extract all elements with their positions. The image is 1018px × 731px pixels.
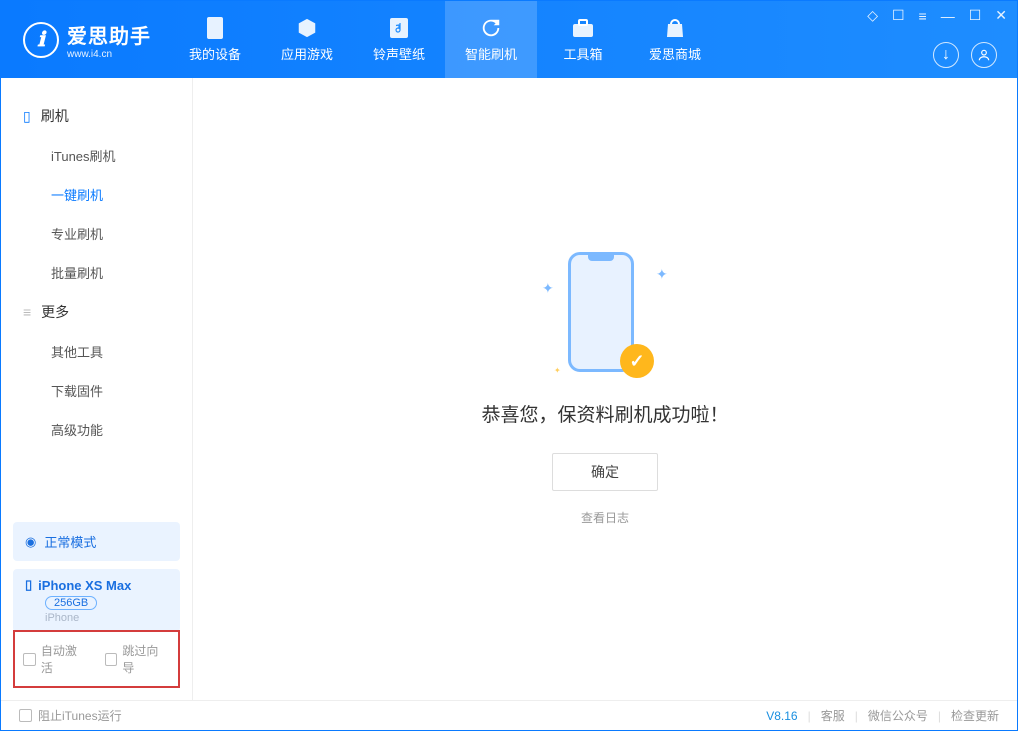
header-actions: ↓ (933, 42, 997, 68)
sidebar-item-advanced[interactable]: 高级功能 (1, 410, 192, 449)
device-info-card[interactable]: ▯ iPhone XS Max 256GB iPhone (13, 569, 180, 632)
nav-apps-games[interactable]: 应用游戏 (261, 1, 353, 78)
list-icon: ≡ (23, 304, 31, 320)
app-header: ℹ︎ 爱思助手 www.i4.cn 我的设备 应用游戏 铃声壁纸 智能刷机 工具… (1, 1, 1017, 78)
check-badge-icon: ✓ (620, 344, 654, 378)
sidebar-section-flash: ▯ 刷机 (1, 96, 192, 136)
app-subtitle: www.i4.cn (67, 49, 151, 60)
checkbox-skip-guide[interactable]: 跳过向导 (105, 642, 171, 676)
sidebar: ▯ 刷机 iTunes刷机 一键刷机 专业刷机 批量刷机 ≡ 更多 其他工具 下… (1, 78, 193, 700)
ok-button[interactable]: 确定 (552, 453, 658, 491)
sparkle-icon: ✦ (542, 280, 552, 290)
checkbox-icon (23, 653, 36, 666)
menu-icon[interactable]: ≡ (919, 8, 927, 24)
success-illustration: ✦ ✦ ✦ ✓ (550, 252, 660, 382)
device-name: iPhone XS Max (38, 578, 131, 593)
status-bar: 阻止iTunes运行 V8.16 | 客服 | 微信公众号 | 检查更新 (1, 700, 1017, 730)
refresh-icon (479, 16, 503, 40)
nav-label: 爱思商城 (649, 44, 701, 63)
nav-my-device[interactable]: 我的设备 (169, 1, 261, 78)
device-type: iPhone (45, 612, 168, 624)
download-button[interactable]: ↓ (933, 42, 959, 68)
nav-ringtone-wallpaper[interactable]: 铃声壁纸 (353, 1, 445, 78)
nav-label: 应用游戏 (281, 44, 333, 63)
nav-store[interactable]: 爱思商城 (629, 1, 721, 78)
phone-icon: ▯ (23, 108, 31, 125)
window-controls: ◇ ☐ ≡ — ☐ ✕ (867, 7, 1007, 24)
sidebar-item-download-firmware[interactable]: 下载固件 (1, 371, 192, 410)
success-message: 恭喜您，保资料刷机成功啦！ (481, 400, 728, 427)
nav-toolbox[interactable]: 工具箱 (537, 1, 629, 78)
logo: ℹ︎ 爱思助手 www.i4.cn (1, 1, 169, 78)
skin-icon[interactable]: ◇ (867, 7, 878, 24)
cube-icon (295, 16, 319, 40)
checkbox-auto-activate[interactable]: 自动激活 (23, 642, 89, 676)
view-log-link[interactable]: 查看日志 (581, 509, 629, 526)
main-nav: 我的设备 应用游戏 铃声壁纸 智能刷机 工具箱 爱思商城 (169, 1, 721, 78)
flash-options-highlight: 自动激活 跳过向导 (13, 630, 180, 688)
device-storage: 256GB (45, 596, 97, 610)
sparkle-icon: ✦ (656, 266, 666, 276)
sidebar-item-oneclick-flash[interactable]: 一键刷机 (1, 175, 192, 214)
close-button[interactable]: ✕ (995, 7, 1007, 24)
check-update-link[interactable]: 检查更新 (951, 707, 999, 724)
wechat-link[interactable]: 微信公众号 (868, 707, 928, 724)
sidebar-item-batch-flash[interactable]: 批量刷机 (1, 253, 192, 292)
main-content: ✦ ✦ ✦ ✓ 恭喜您，保资料刷机成功啦！ 确定 查看日志 (193, 78, 1017, 700)
sidebar-section-more: ≡ 更多 (1, 292, 192, 332)
sidebar-item-pro-flash[interactable]: 专业刷机 (1, 214, 192, 253)
device-mode-label: 正常模式 (44, 532, 96, 551)
nav-label: 我的设备 (189, 44, 241, 63)
sparkle-icon: ✦ (554, 366, 564, 376)
nav-smart-flash[interactable]: 智能刷机 (445, 1, 537, 78)
device-icon: ▯ (25, 577, 32, 593)
sidebar-item-itunes-flash[interactable]: iTunes刷机 (1, 136, 192, 175)
app-logo-icon: ℹ︎ (23, 22, 59, 58)
version-label: V8.16 (766, 709, 797, 723)
block-itunes-label[interactable]: 阻止iTunes运行 (38, 707, 122, 724)
sidebar-item-other-tools[interactable]: 其他工具 (1, 332, 192, 371)
nav-label: 铃声壁纸 (373, 44, 425, 63)
device-icon (203, 16, 227, 40)
nav-label: 智能刷机 (465, 44, 517, 63)
support-link[interactable]: 客服 (821, 707, 845, 724)
feedback-icon[interactable]: ☐ (892, 7, 905, 24)
user-button[interactable] (971, 42, 997, 68)
checkbox-icon (105, 653, 118, 666)
music-file-icon (387, 16, 411, 40)
checkbox-icon[interactable] (19, 709, 32, 722)
app-title: 爱思助手 (67, 20, 151, 49)
minimize-button[interactable]: — (941, 8, 955, 24)
bag-icon (663, 16, 687, 40)
device-mode-card[interactable]: ◉ 正常模式 (13, 522, 180, 561)
toolbox-icon (571, 16, 595, 40)
maximize-button[interactable]: ☐ (969, 7, 982, 24)
nav-label: 工具箱 (563, 44, 602, 63)
mode-icon: ◉ (25, 534, 36, 550)
